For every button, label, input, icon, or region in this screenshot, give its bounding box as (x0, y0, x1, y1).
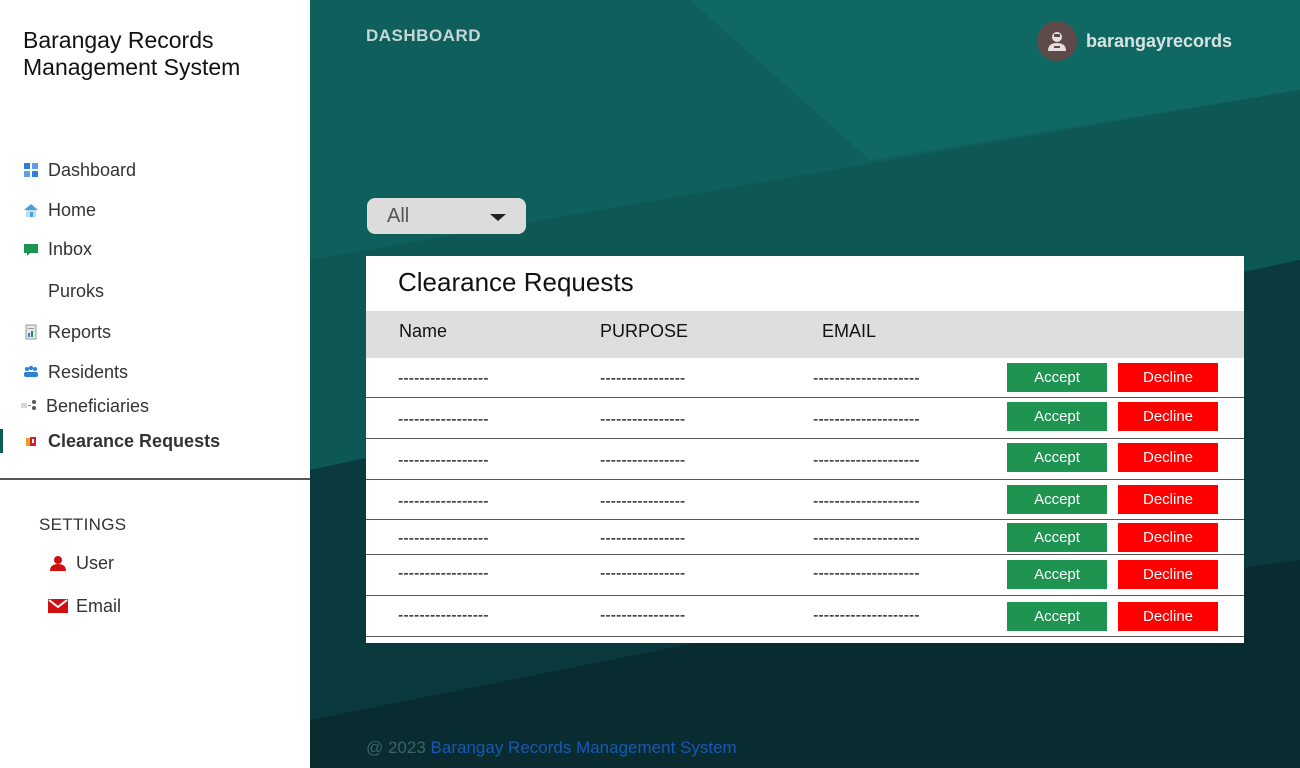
page-title: DASHBOARD (366, 26, 481, 45)
username[interactable]: barangayrecords (1086, 31, 1232, 52)
table-row: ----------------- ---------------- -----… (366, 520, 1244, 555)
sidebar-item-label: Email (76, 595, 122, 616)
row-name: ----------------- (398, 452, 489, 469)
filter-selected-value: All (387, 204, 410, 227)
card-title: Clearance Requests (398, 267, 634, 297)
row-email: -------------------- (813, 565, 920, 582)
sidebar-item-beneficiaries[interactable]: Beneficiaries (20, 392, 149, 420)
row-email: -------------------- (813, 411, 920, 428)
row-purpose: ---------------- (600, 411, 686, 428)
row-name: ----------------- (398, 370, 489, 387)
app-title: Barangay Records Management System (23, 27, 241, 80)
table-row: ----------------- ---------------- -----… (366, 480, 1244, 520)
column-header-email: EMAIL (822, 321, 877, 341)
footer-copyright: @ 2023 (366, 738, 426, 757)
sidebar-item-user[interactable]: User (48, 549, 114, 577)
footer-link[interactable]: Barangay Records Management System (431, 738, 737, 757)
table-row: ----------------- ---------------- -----… (366, 555, 1244, 596)
row-name: ----------------- (398, 607, 489, 624)
accept-button[interactable]: Accept (1007, 523, 1107, 552)
decline-button[interactable]: Decline (1118, 402, 1218, 431)
column-header-name: Name (399, 321, 448, 341)
row-name: ----------------- (398, 493, 489, 510)
row-name: ----------------- (398, 530, 489, 547)
sidebar-item-label: Reports (48, 321, 112, 342)
sidebar: Barangay Records Management System Dashb… (0, 0, 310, 768)
chevron-down-icon (490, 214, 506, 221)
reports-icon (22, 323, 40, 341)
row-name: ----------------- (398, 411, 489, 428)
row-purpose: ---------------- (600, 452, 686, 469)
beneficiaries-icon (20, 397, 38, 415)
row-purpose: ---------------- (600, 370, 686, 387)
table-row: ----------------- ---------------- -----… (366, 439, 1244, 480)
accept-button[interactable]: Accept (1007, 363, 1107, 392)
table-row: ----------------- ---------------- -----… (366, 596, 1244, 637)
row-purpose: ---------------- (600, 565, 686, 582)
sidebar-item-label: Inbox (48, 238, 93, 259)
column-header-purpose: PURPOSE (600, 321, 689, 341)
home-icon (22, 201, 40, 219)
row-name: ----------------- (398, 565, 489, 582)
sidebar-item-label: Dashboard (48, 159, 137, 180)
sidebar-item-reports[interactable]: Reports (22, 318, 111, 346)
row-purpose: ---------------- (600, 607, 686, 624)
row-email: -------------------- (813, 452, 920, 469)
dashboard-icon (22, 161, 40, 179)
decline-button[interactable]: Decline (1118, 523, 1218, 552)
row-email: -------------------- (813, 530, 920, 547)
email-icon (48, 596, 68, 616)
settings-heading: SETTINGS (39, 515, 127, 534)
decline-button[interactable]: Decline (1118, 363, 1218, 392)
row-email: -------------------- (813, 607, 920, 624)
sidebar-divider (0, 478, 310, 480)
accept-button[interactable]: Accept (1007, 402, 1107, 431)
sidebar-item-email[interactable]: Email (48, 592, 121, 620)
residents-icon (22, 363, 40, 381)
inbox-icon (22, 240, 40, 258)
sidebar-item-residents[interactable]: Residents (22, 358, 128, 386)
row-email: -------------------- (813, 493, 920, 510)
row-purpose: ---------------- (600, 493, 686, 510)
sidebar-item-puroks[interactable]: Puroks (22, 277, 104, 305)
sidebar-item-label: Clearance Requests (48, 430, 221, 451)
accept-button[interactable]: Accept (1007, 443, 1107, 472)
sidebar-item-label: User (76, 552, 115, 573)
sidebar-item-dashboard[interactable]: Dashboard (22, 156, 136, 184)
user-icon (48, 553, 68, 573)
decline-button[interactable]: Decline (1118, 485, 1218, 514)
sidebar-item-label: Beneficiaries (46, 395, 150, 416)
avatar-icon (1048, 32, 1066, 51)
avatar[interactable] (1037, 21, 1077, 61)
row-email: -------------------- (813, 370, 920, 387)
clearance-requests-card: Clearance Requests Name PURPOSE EMAIL --… (366, 256, 1244, 643)
sidebar-item-label: Puroks (48, 280, 105, 301)
accept-button[interactable]: Accept (1007, 560, 1107, 589)
clearance-icon (22, 432, 40, 450)
footer: @ 2023 Barangay Records Management Syste… (366, 738, 737, 758)
sidebar-item-home[interactable]: Home (22, 196, 96, 224)
decline-button[interactable]: Decline (1118, 443, 1218, 472)
user-profile[interactable]: barangayrecords (1037, 21, 1232, 61)
accept-button[interactable]: Accept (1007, 602, 1107, 631)
table-header (366, 311, 1244, 358)
decline-button[interactable]: Decline (1118, 560, 1218, 589)
sidebar-item-inbox[interactable]: Inbox (22, 235, 92, 263)
status-filter-select[interactable]: All (367, 198, 526, 234)
accept-button[interactable]: Accept (1007, 485, 1107, 514)
sidebar-item-label: Home (48, 199, 97, 220)
sidebar-item-label: Residents (48, 361, 129, 382)
table-row: ----------------- ---------------- -----… (366, 398, 1244, 439)
decline-button[interactable]: Decline (1118, 602, 1218, 631)
table-row: ----------------- ---------------- -----… (366, 358, 1244, 398)
sidebar-item-clearance-requests[interactable]: Clearance Requests (22, 427, 220, 455)
row-purpose: ---------------- (600, 530, 686, 547)
active-indicator (0, 429, 3, 453)
